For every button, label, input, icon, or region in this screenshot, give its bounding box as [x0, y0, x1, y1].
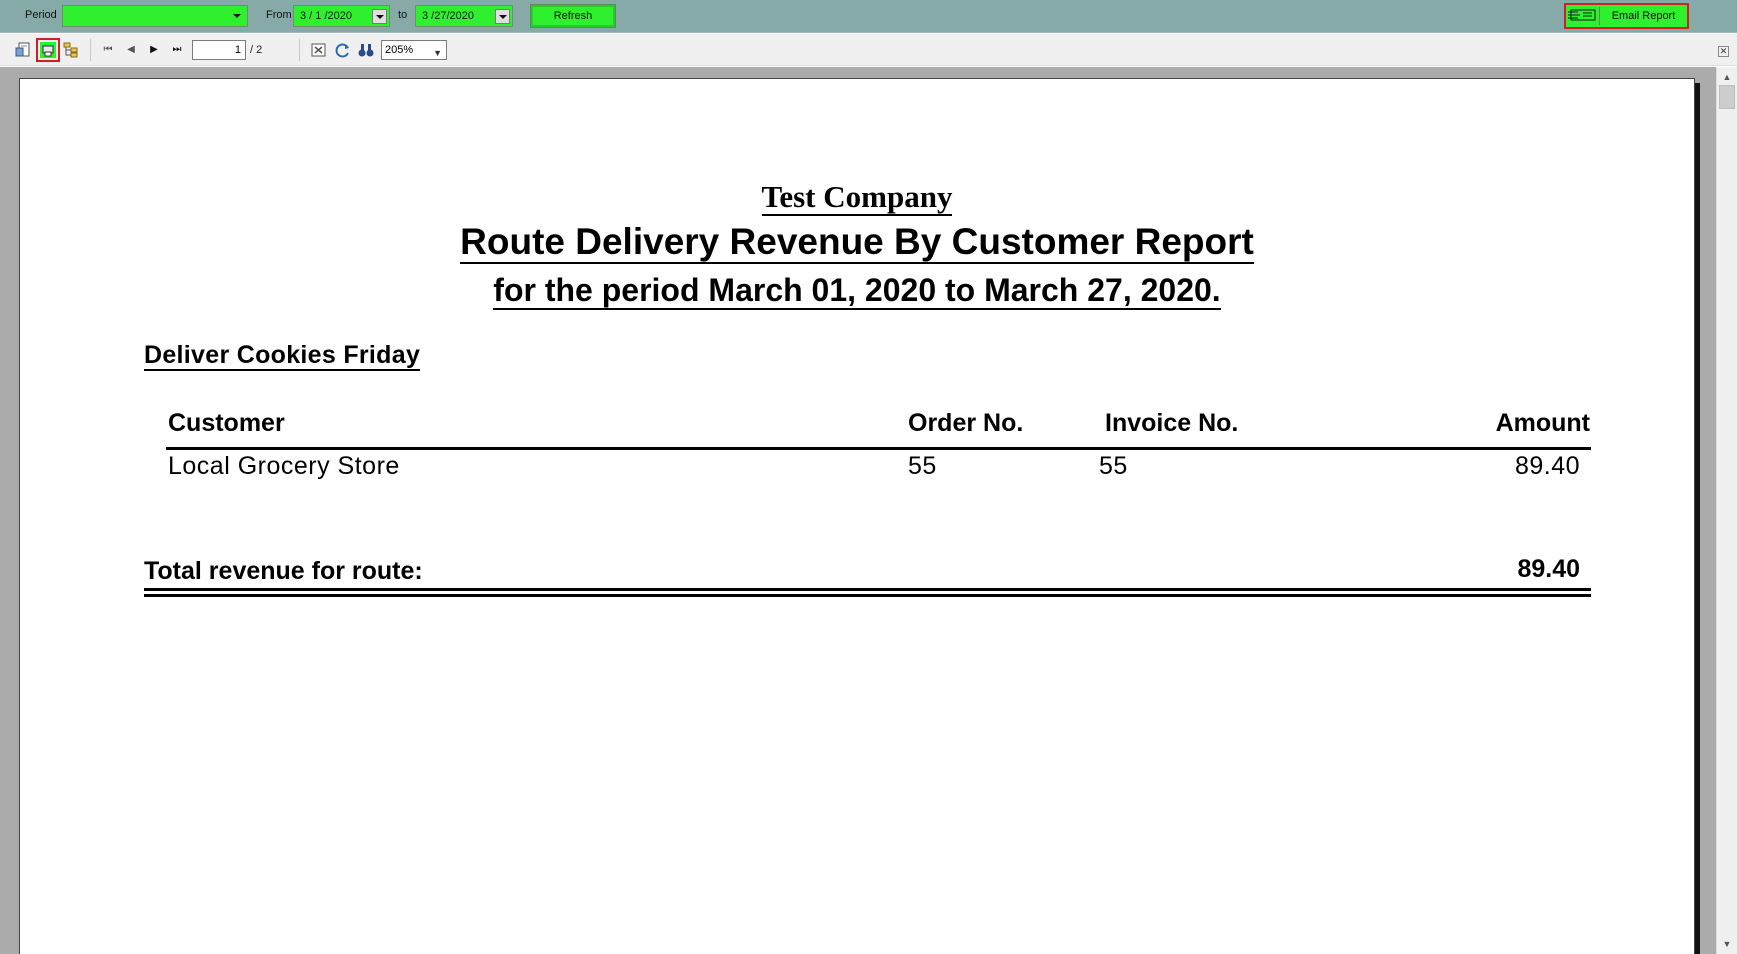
cell-invoice-no: 55 — [1099, 452, 1128, 480]
stop-icon[interactable] — [310, 41, 328, 59]
total-rule-bottom — [144, 594, 1591, 597]
email-report-group: Email Report — [1564, 3, 1689, 29]
company-name: Test Company — [761, 179, 953, 216]
chevron-down-icon[interactable] — [230, 9, 245, 24]
from-date-value[interactable]: 3 / 1 /2020 — [300, 10, 352, 22]
email-report-button[interactable]: Email Report — [1602, 6, 1685, 26]
cell-customer: Local Grocery Store — [168, 452, 400, 480]
total-value: 89.40 — [1517, 555, 1580, 583]
report-period: for the period March 01, 2020 to March 2… — [493, 272, 1221, 310]
refresh-icon[interactable] — [334, 41, 352, 59]
report-page: Test Company Route Delivery Revenue By C… — [19, 78, 1695, 954]
find-icon[interactable] — [357, 41, 375, 59]
column-header-invoice-no: Invoice No. — [1105, 409, 1239, 437]
chevron-down-icon[interactable]: ▼ — [433, 44, 442, 62]
to-date-picker[interactable]: 3 /27/2020 — [415, 5, 513, 27]
parameter-bar: Period From 3 / 1 /2020 to 3 /27/2020 Re… — [0, 0, 1737, 33]
from-label: From — [266, 9, 292, 21]
email-options-icon[interactable] — [1568, 7, 1600, 25]
close-icon[interactable]: ✕ — [1718, 46, 1729, 57]
report-title: Route Delivery Revenue By Customer Repor… — [460, 221, 1254, 264]
route-name: Deliver Cookies Friday — [144, 341, 421, 371]
to-label: to — [398, 9, 408, 21]
total-rule-top — [144, 588, 1591, 591]
column-header-order-no: Order No. — [908, 409, 1024, 437]
header-rule — [166, 447, 1591, 450]
last-page-icon[interactable]: ⏭ — [170, 43, 184, 57]
chevron-down-icon[interactable] — [495, 9, 510, 24]
group-tree-icon[interactable] — [62, 41, 80, 59]
total-label: Total revenue for route: — [144, 557, 423, 585]
vertical-scrollbar[interactable]: ▲ ▼ — [1716, 67, 1737, 954]
from-date-picker[interactable]: 3 / 1 /2020 — [293, 5, 390, 27]
next-page-icon[interactable]: ▶ — [147, 43, 161, 57]
scroll-up-icon[interactable]: ▲ — [1719, 69, 1735, 85]
previous-page-icon[interactable]: ◀ — [124, 43, 138, 57]
export-icon[interactable] — [14, 41, 32, 59]
page-total: / 2 — [250, 44, 263, 56]
to-date-value[interactable]: 3 /27/2020 — [422, 10, 474, 22]
report-viewport: Test Company Route Delivery Revenue By C… — [0, 67, 1716, 954]
viewer-toolbar: ⏮ ◀ ▶ ⏭ 1 / 2 205% ▼ ✕ — [0, 34, 1737, 66]
print-icon[interactable] — [36, 38, 60, 62]
first-page-icon[interactable]: ⏮ — [101, 43, 115, 57]
column-header-amount: Amount — [1495, 409, 1590, 437]
refresh-button[interactable]: Refresh — [530, 4, 616, 28]
period-label: Period — [25, 9, 57, 21]
zoom-select[interactable]: 205% ▼ — [381, 40, 447, 60]
scroll-thumb[interactable] — [1719, 85, 1735, 109]
cell-order-no: 55 — [908, 452, 937, 480]
chevron-down-icon[interactable] — [372, 9, 387, 24]
scroll-down-icon[interactable]: ▼ — [1719, 936, 1735, 952]
column-header-customer: Customer — [168, 409, 285, 437]
zoom-value: 205% — [385, 44, 414, 56]
cell-amount: 89.40 — [1514, 452, 1580, 480]
page-number-input[interactable]: 1 — [192, 40, 246, 60]
period-dropdown[interactable] — [62, 5, 248, 27]
